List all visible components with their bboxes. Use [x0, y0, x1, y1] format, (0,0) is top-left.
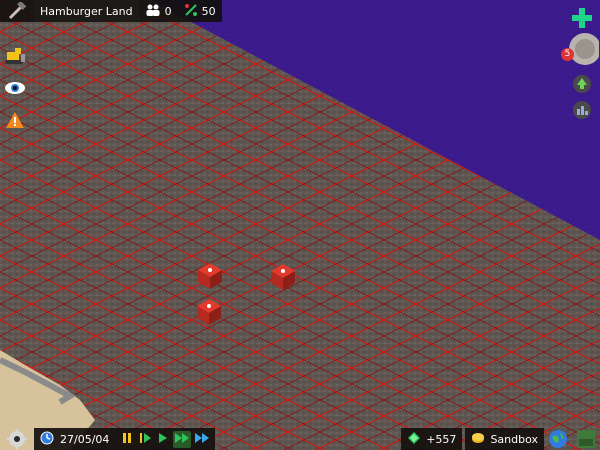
date-value: 27/05/04: [60, 432, 110, 446]
arrow-up-icon[interactable]: [572, 74, 592, 94]
money-stat[interactable]: 50: [178, 0, 222, 22]
population-stat[interactable]: 0: [139, 0, 178, 22]
tax-icon: [184, 3, 198, 20]
warning-icon[interactable]: [2, 108, 28, 132]
bottom-right-bar: +557 Sandbox: [401, 428, 600, 450]
notification-badge: 5: [561, 48, 574, 61]
map-icon[interactable]: [572, 428, 600, 450]
top-bar: Hamburger Land 0 50: [0, 0, 222, 22]
left-toolbar: [2, 44, 28, 132]
city-name-display[interactable]: Hamburger Land: [34, 0, 139, 22]
money-value: 50: [201, 4, 216, 18]
mode-display[interactable]: Sandbox: [465, 428, 544, 450]
gems-value: +557: [426, 432, 457, 446]
date-display[interactable]: 27/05/04: [34, 428, 116, 450]
clock-icon: [40, 431, 54, 448]
population-value: 0: [164, 4, 172, 18]
coin-icon: [471, 431, 485, 448]
hammer-icon[interactable]: [0, 0, 34, 22]
right-panel: 5: [561, 6, 600, 120]
bottom-left-bar: 27/05/04: [0, 428, 216, 450]
people-icon: [145, 4, 161, 19]
city-name: Hamburger Land: [40, 4, 133, 18]
game-map[interactable]: [0, 0, 600, 450]
gems-display[interactable]: +557: [401, 428, 463, 450]
globe-icon[interactable]: [544, 428, 572, 450]
settings-gear-icon[interactable]: [0, 428, 34, 450]
plus-icon[interactable]: [570, 6, 594, 30]
minimap[interactable]: 5: [561, 32, 600, 66]
bulldozer-tool-icon[interactable]: [2, 44, 28, 68]
pause-icon[interactable]: [119, 431, 135, 448]
play-icon[interactable]: [155, 431, 171, 448]
view-eye-icon[interactable]: [2, 76, 28, 100]
gem-icon: [407, 431, 421, 448]
play-slow-icon[interactable]: [137, 431, 153, 448]
play-fast-icon[interactable]: [173, 430, 192, 448]
speed-controls: [115, 428, 216, 450]
play-fastest-icon[interactable]: [193, 431, 211, 448]
stats-icon[interactable]: [572, 100, 592, 120]
mode-value: Sandbox: [490, 432, 538, 446]
